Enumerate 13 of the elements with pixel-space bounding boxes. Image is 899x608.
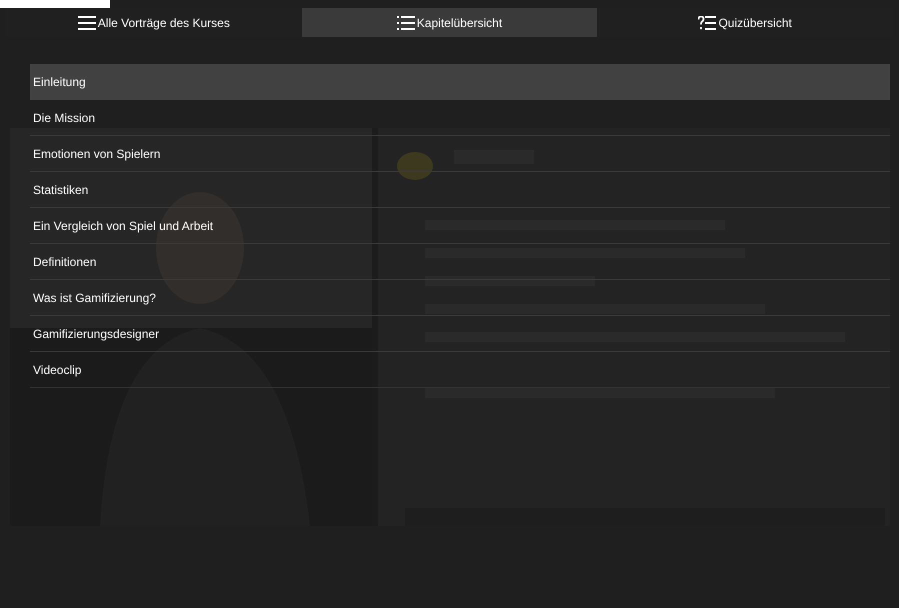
chapter-item[interactable]: Gamifizierungsdesigner (30, 316, 890, 352)
chapter-item[interactable]: Was ist Gamifizierung? (30, 280, 890, 316)
chapter-item[interactable]: Die Mission (30, 100, 890, 136)
chapter-item[interactable]: Statistiken (30, 172, 890, 208)
list-icon (396, 16, 415, 30)
chapter-item[interactable]: Ein Vergleich von Spiel und Arbeit (30, 208, 890, 244)
chapter-item[interactable]: Definitionen (30, 244, 890, 280)
menu-icon (78, 16, 96, 30)
chapter-item[interactable]: Einleitung (30, 64, 890, 100)
tab[interactable]: Kapitelübersicht (302, 8, 598, 37)
question-list-icon (698, 16, 716, 30)
chapter-item[interactable]: Videoclip (30, 352, 890, 388)
chapter-item[interactable]: Emotionen von Spielern (30, 136, 890, 172)
